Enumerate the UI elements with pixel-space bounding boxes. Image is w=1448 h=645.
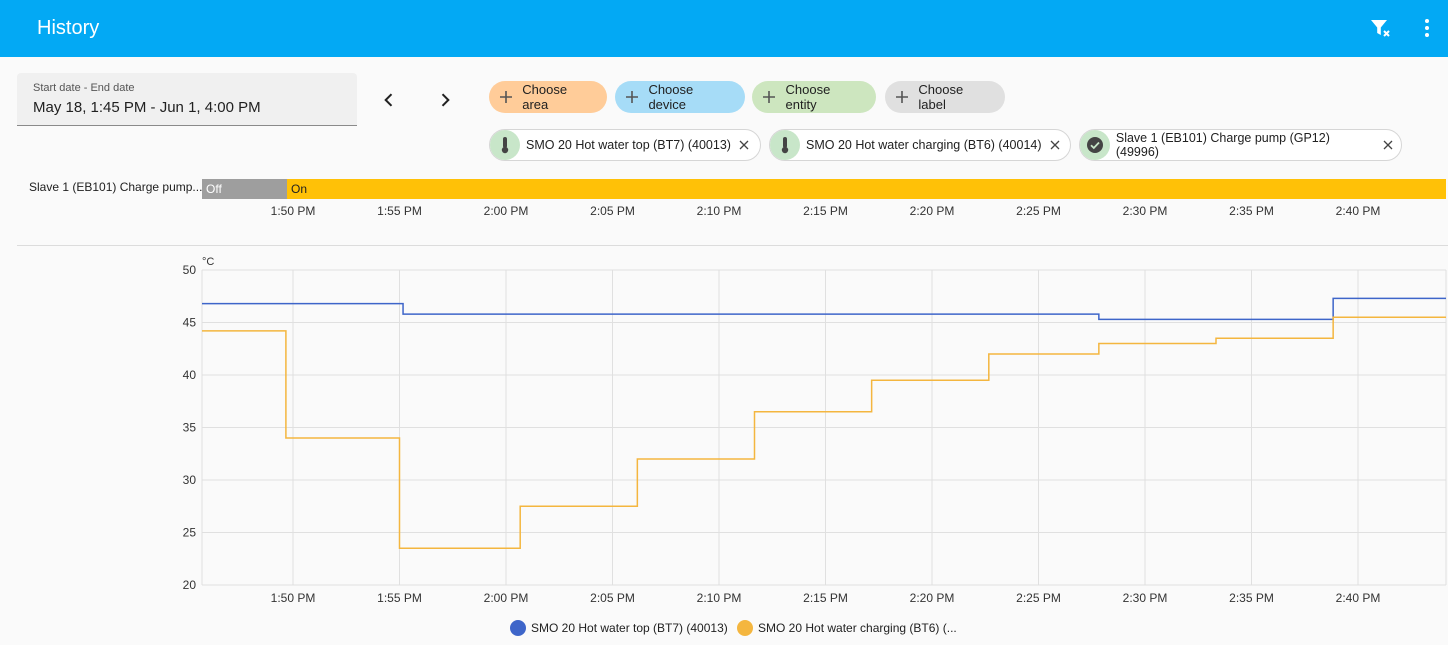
legend-label: SMO 20 Hot water top (BT7) (40013): [531, 621, 728, 635]
x-tick-label: 2:15 PM: [803, 591, 848, 605]
choose-device-label: Choose device: [648, 82, 694, 112]
timeline-tick-label: 2:05 PM: [590, 204, 635, 218]
x-tick-label: 2:40 PM: [1336, 591, 1381, 605]
y-tick-label: 35: [183, 421, 197, 435]
x-tick-label: 2:10 PM: [697, 591, 742, 605]
choose-label-label: Choose label: [918, 82, 964, 112]
legend-swatch: [510, 620, 526, 636]
y-tick-label: 45: [183, 316, 197, 330]
x-tick-label: 2:00 PM: [484, 591, 529, 605]
legend-swatch: [737, 620, 753, 636]
timeline-tick-label: 2:20 PM: [909, 204, 955, 218]
timeline-tick-label: 2:35 PM: [1229, 204, 1274, 218]
x-tick-label: 1:50 PM: [271, 591, 316, 605]
date-range-value: May 18, 1:45 PM - Jun 1, 4:00 PM: [33, 99, 261, 116]
y-tick-label: 50: [183, 263, 197, 277]
choose-area-label: Choose area: [522, 82, 568, 112]
plus-icon: [752, 89, 786, 105]
timeline-axis: 1:50 PM 1:55 PM 2:00 PM 2:05 PM 2:10 PM 2:15 …: [0, 204, 1448, 220]
timeline-tick-label: 2:40 PM: [1335, 204, 1381, 218]
thermometer-icon: [770, 130, 800, 160]
y-tick-label: 20: [183, 578, 197, 592]
x-tick-label: 1:55 PM: [377, 591, 422, 605]
timeline-tick-label: 2:30 PM: [1122, 204, 1168, 218]
timeline-tick-label: 1:55 PM: [377, 204, 422, 218]
x-tick-label: 2:35 PM: [1229, 591, 1274, 605]
page-title: History: [37, 17, 100, 39]
x-tick-label: 2:30 PM: [1123, 591, 1168, 605]
plus-icon: [885, 89, 918, 105]
y-tick-label: 40: [183, 368, 197, 382]
thermometer-icon: [490, 130, 520, 160]
choose-label-button[interactable]: Choose label: [885, 81, 1005, 113]
x-tick-label: 2:05 PM: [590, 591, 635, 605]
plus-icon: [489, 89, 522, 105]
choose-device-button[interactable]: Choose device: [615, 81, 745, 113]
timeline-entity-label: Slave 1 (EB101) Charge pump...: [29, 180, 203, 194]
selected-entity-chip[interactable]: Slave 1 (EB101) Charge pump (GP12) (4999…: [1079, 129, 1402, 161]
y-axis-unit-label: °C: [202, 256, 214, 268]
series-line-hot-water-top: [202, 297, 1446, 321]
selected-entity-label: Slave 1 (EB101) Charge pump (GP12) (4999…: [1115, 131, 1330, 159]
filter-remove-icon[interactable]: [1366, 14, 1394, 42]
close-icon[interactable]: [731, 140, 757, 150]
plus-icon: [615, 89, 648, 105]
legend-item[interactable]: SMO 20 Hot water top (BT7) (40013): [510, 620, 728, 636]
legend-item[interactable]: SMO 20 Hot water charging (BT6) (...: [737, 620, 957, 636]
check-circle-icon: [1080, 130, 1110, 160]
y-tick-label: 25: [183, 526, 197, 540]
legend-label: SMO 20 Hot water charging (BT6) (...: [758, 621, 957, 635]
choose-area-button[interactable]: Choose area: [489, 81, 607, 113]
selected-entity-label: SMO 20 Hot water top (BT7) (40013): [526, 138, 731, 152]
timeline-segment-off[interactable]: Off: [202, 179, 287, 199]
chevron-left-icon[interactable]: [375, 86, 403, 114]
timeline-segment-on[interactable]: On: [287, 179, 1446, 199]
timeline-tick-label: 2:15 PM: [803, 204, 848, 218]
section-divider: [17, 245, 1448, 246]
selected-entity-chip[interactable]: SMO 20 Hot water top (BT7) (40013): [489, 129, 761, 161]
dots-vertical-icon[interactable]: [1413, 14, 1441, 42]
x-tick-label: 2:20 PM: [910, 591, 955, 605]
close-icon[interactable]: [1375, 140, 1401, 150]
temperature-line-chart: 50 45 40 35 30 25 20 1:50 PM 1:55 PM 2:00 PM 2:05 …: [183, 256, 1447, 605]
choose-entity-button[interactable]: Choose entity: [752, 81, 876, 113]
close-icon[interactable]: [1042, 140, 1068, 150]
selected-entity-label: SMO 20 Hot water charging (BT6) (40014): [806, 138, 1042, 152]
x-tick-label: 2:25 PM: [1016, 591, 1061, 605]
date-range-picker[interactable]: Start date - End date May 18, 1:45 PM - …: [17, 73, 357, 126]
choose-entity-label: Choose entity: [785, 82, 831, 112]
timeline-tick-label: 2:00 PM: [483, 204, 529, 218]
y-tick-label: 30: [183, 473, 197, 487]
timeline-tick-label: 2:25 PM: [1016, 204, 1061, 218]
app-header: History: [0, 0, 1448, 57]
timeline-tick-label: 2:10 PM: [696, 204, 742, 218]
series-line-hot-water-charging: [202, 316, 1446, 549]
selected-entity-chip[interactable]: SMO 20 Hot water charging (BT6) (40014): [769, 129, 1071, 161]
date-range-label: Start date - End date: [33, 82, 135, 94]
timeline-tick-label: 1:50 PM: [270, 204, 316, 218]
chevron-right-icon[interactable]: [431, 86, 459, 114]
